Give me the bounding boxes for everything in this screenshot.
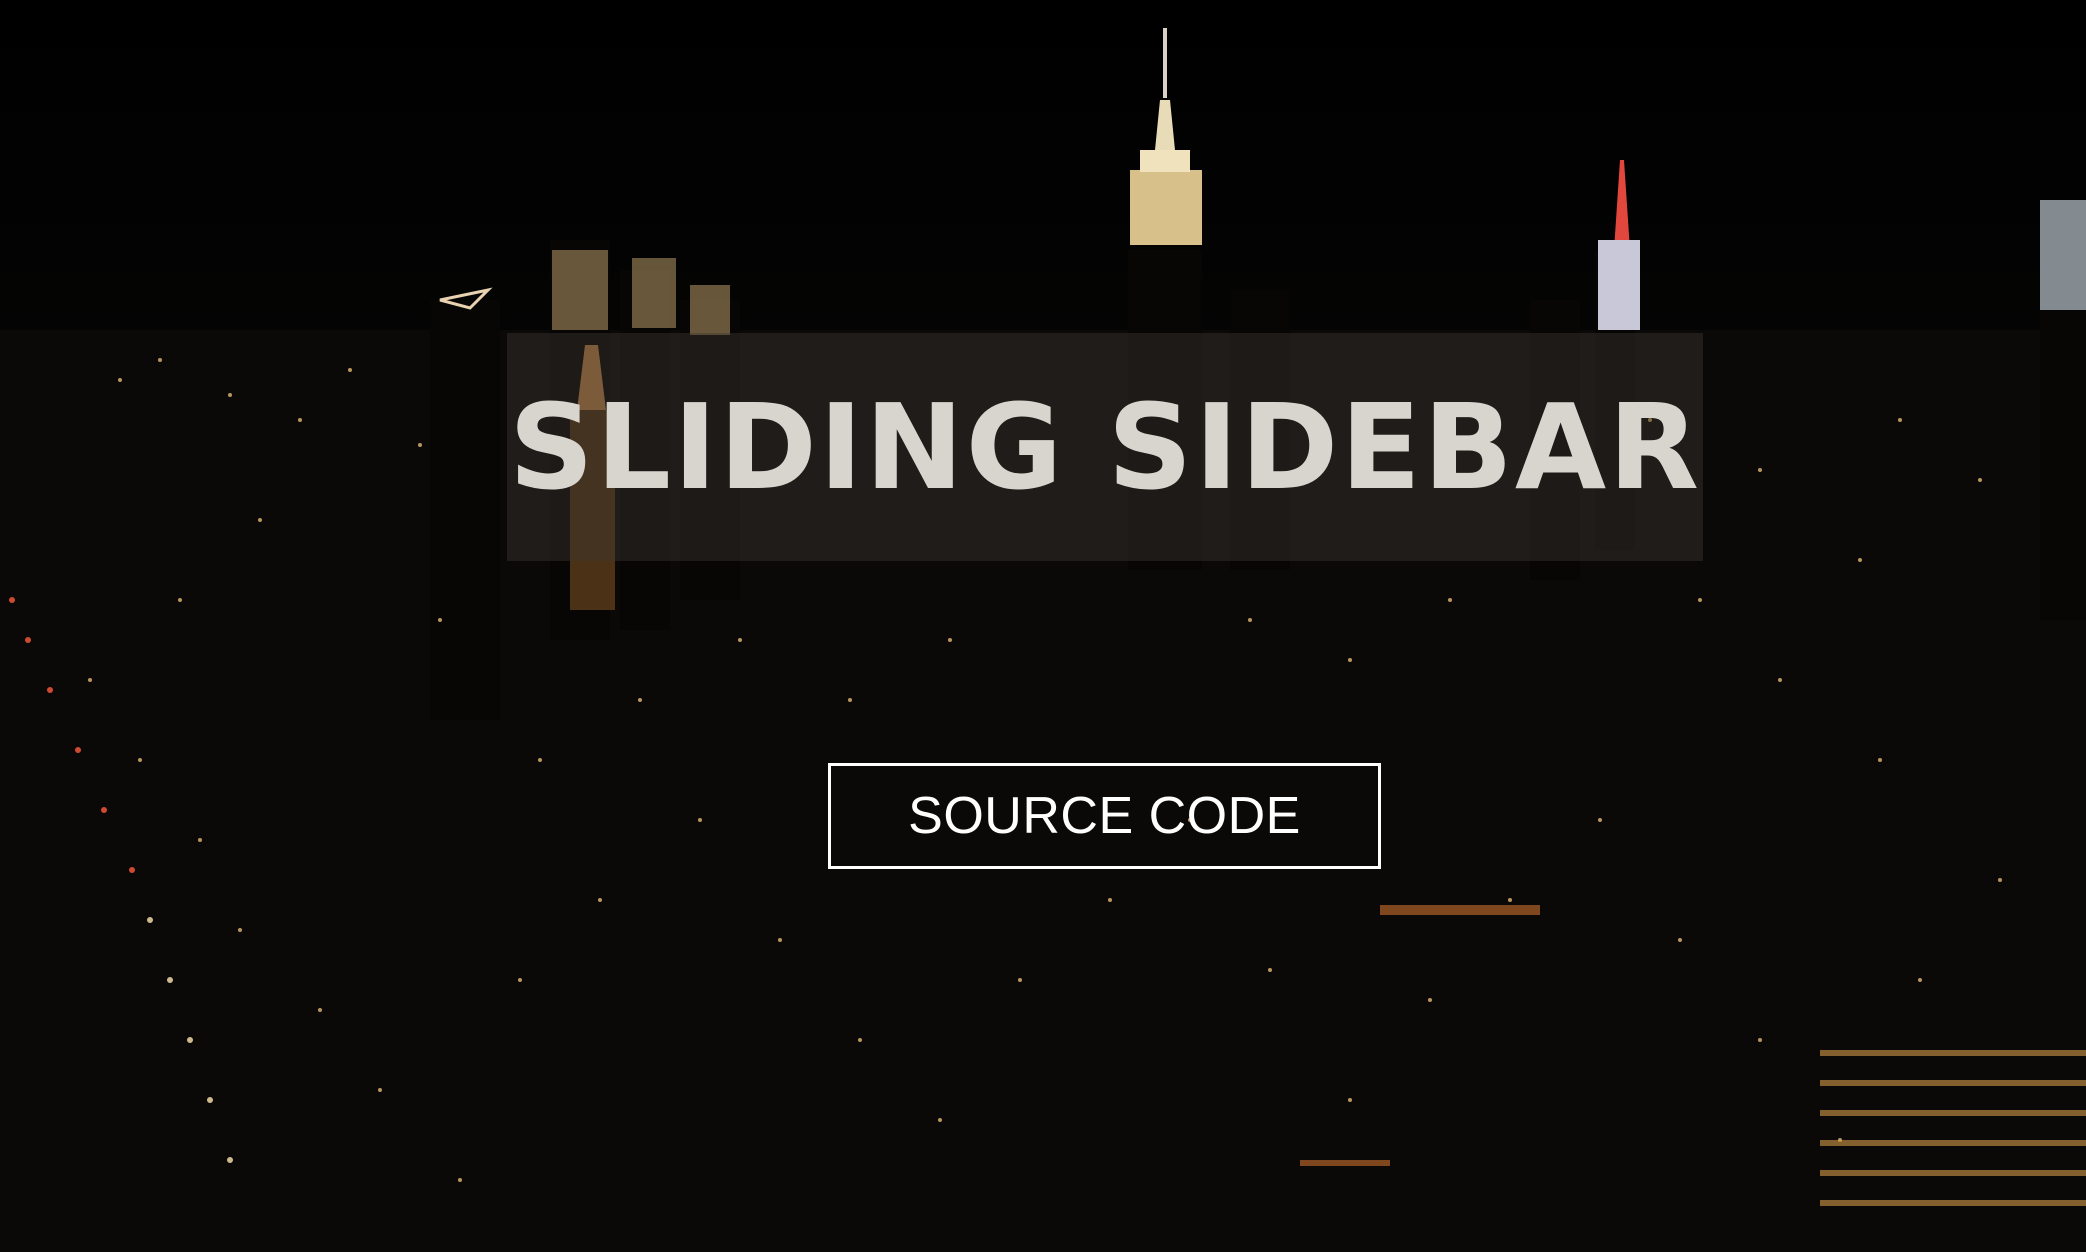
city-skyline-background: [0, 28, 2086, 1252]
title-banner: SLIDING SIDEBAR: [507, 333, 1703, 561]
hero-section: SLIDING SIDEBAR SOURCE CODE: [0, 0, 2086, 1252]
source-code-button[interactable]: SOURCE CODE: [828, 763, 1381, 869]
page-title: SLIDING SIDEBAR: [508, 378, 1702, 516]
